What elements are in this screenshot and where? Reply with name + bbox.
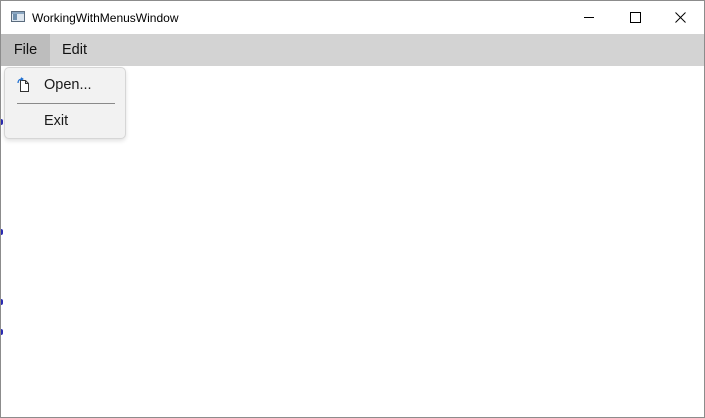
- minimize-button[interactable]: [566, 1, 612, 33]
- minimize-icon: [584, 17, 594, 18]
- close-button[interactable]: [658, 1, 704, 33]
- menu-edit[interactable]: Edit: [50, 34, 99, 66]
- app-window-icon: [11, 11, 25, 22]
- edge-artifact: [1, 329, 3, 335]
- edge-artifact: [1, 229, 3, 235]
- menu-item-open-label: Open...: [44, 77, 92, 93]
- window-title: WorkingWithMenusWindow: [32, 11, 179, 25]
- edge-artifact: [1, 119, 3, 125]
- menu-bar: File Edit: [1, 34, 704, 66]
- menu-file[interactable]: File: [1, 34, 50, 66]
- menu-item-exit-label: Exit: [44, 113, 69, 129]
- menu-item-exit[interactable]: Exit: [5, 106, 125, 136]
- file-menu-dropdown: Open... Exit: [4, 67, 126, 139]
- application-window: WorkingWithMenusWindow File Edit Open...…: [0, 0, 705, 418]
- menu-item-open[interactable]: Open...: [5, 70, 125, 100]
- edge-artifact: [1, 299, 3, 305]
- maximize-icon: [630, 12, 641, 23]
- open-file-icon: [17, 77, 29, 92]
- close-icon: [675, 12, 686, 23]
- menu-separator: [17, 103, 115, 104]
- maximize-button[interactable]: [612, 1, 658, 33]
- title-bar[interactable]: WorkingWithMenusWindow: [1, 1, 704, 33]
